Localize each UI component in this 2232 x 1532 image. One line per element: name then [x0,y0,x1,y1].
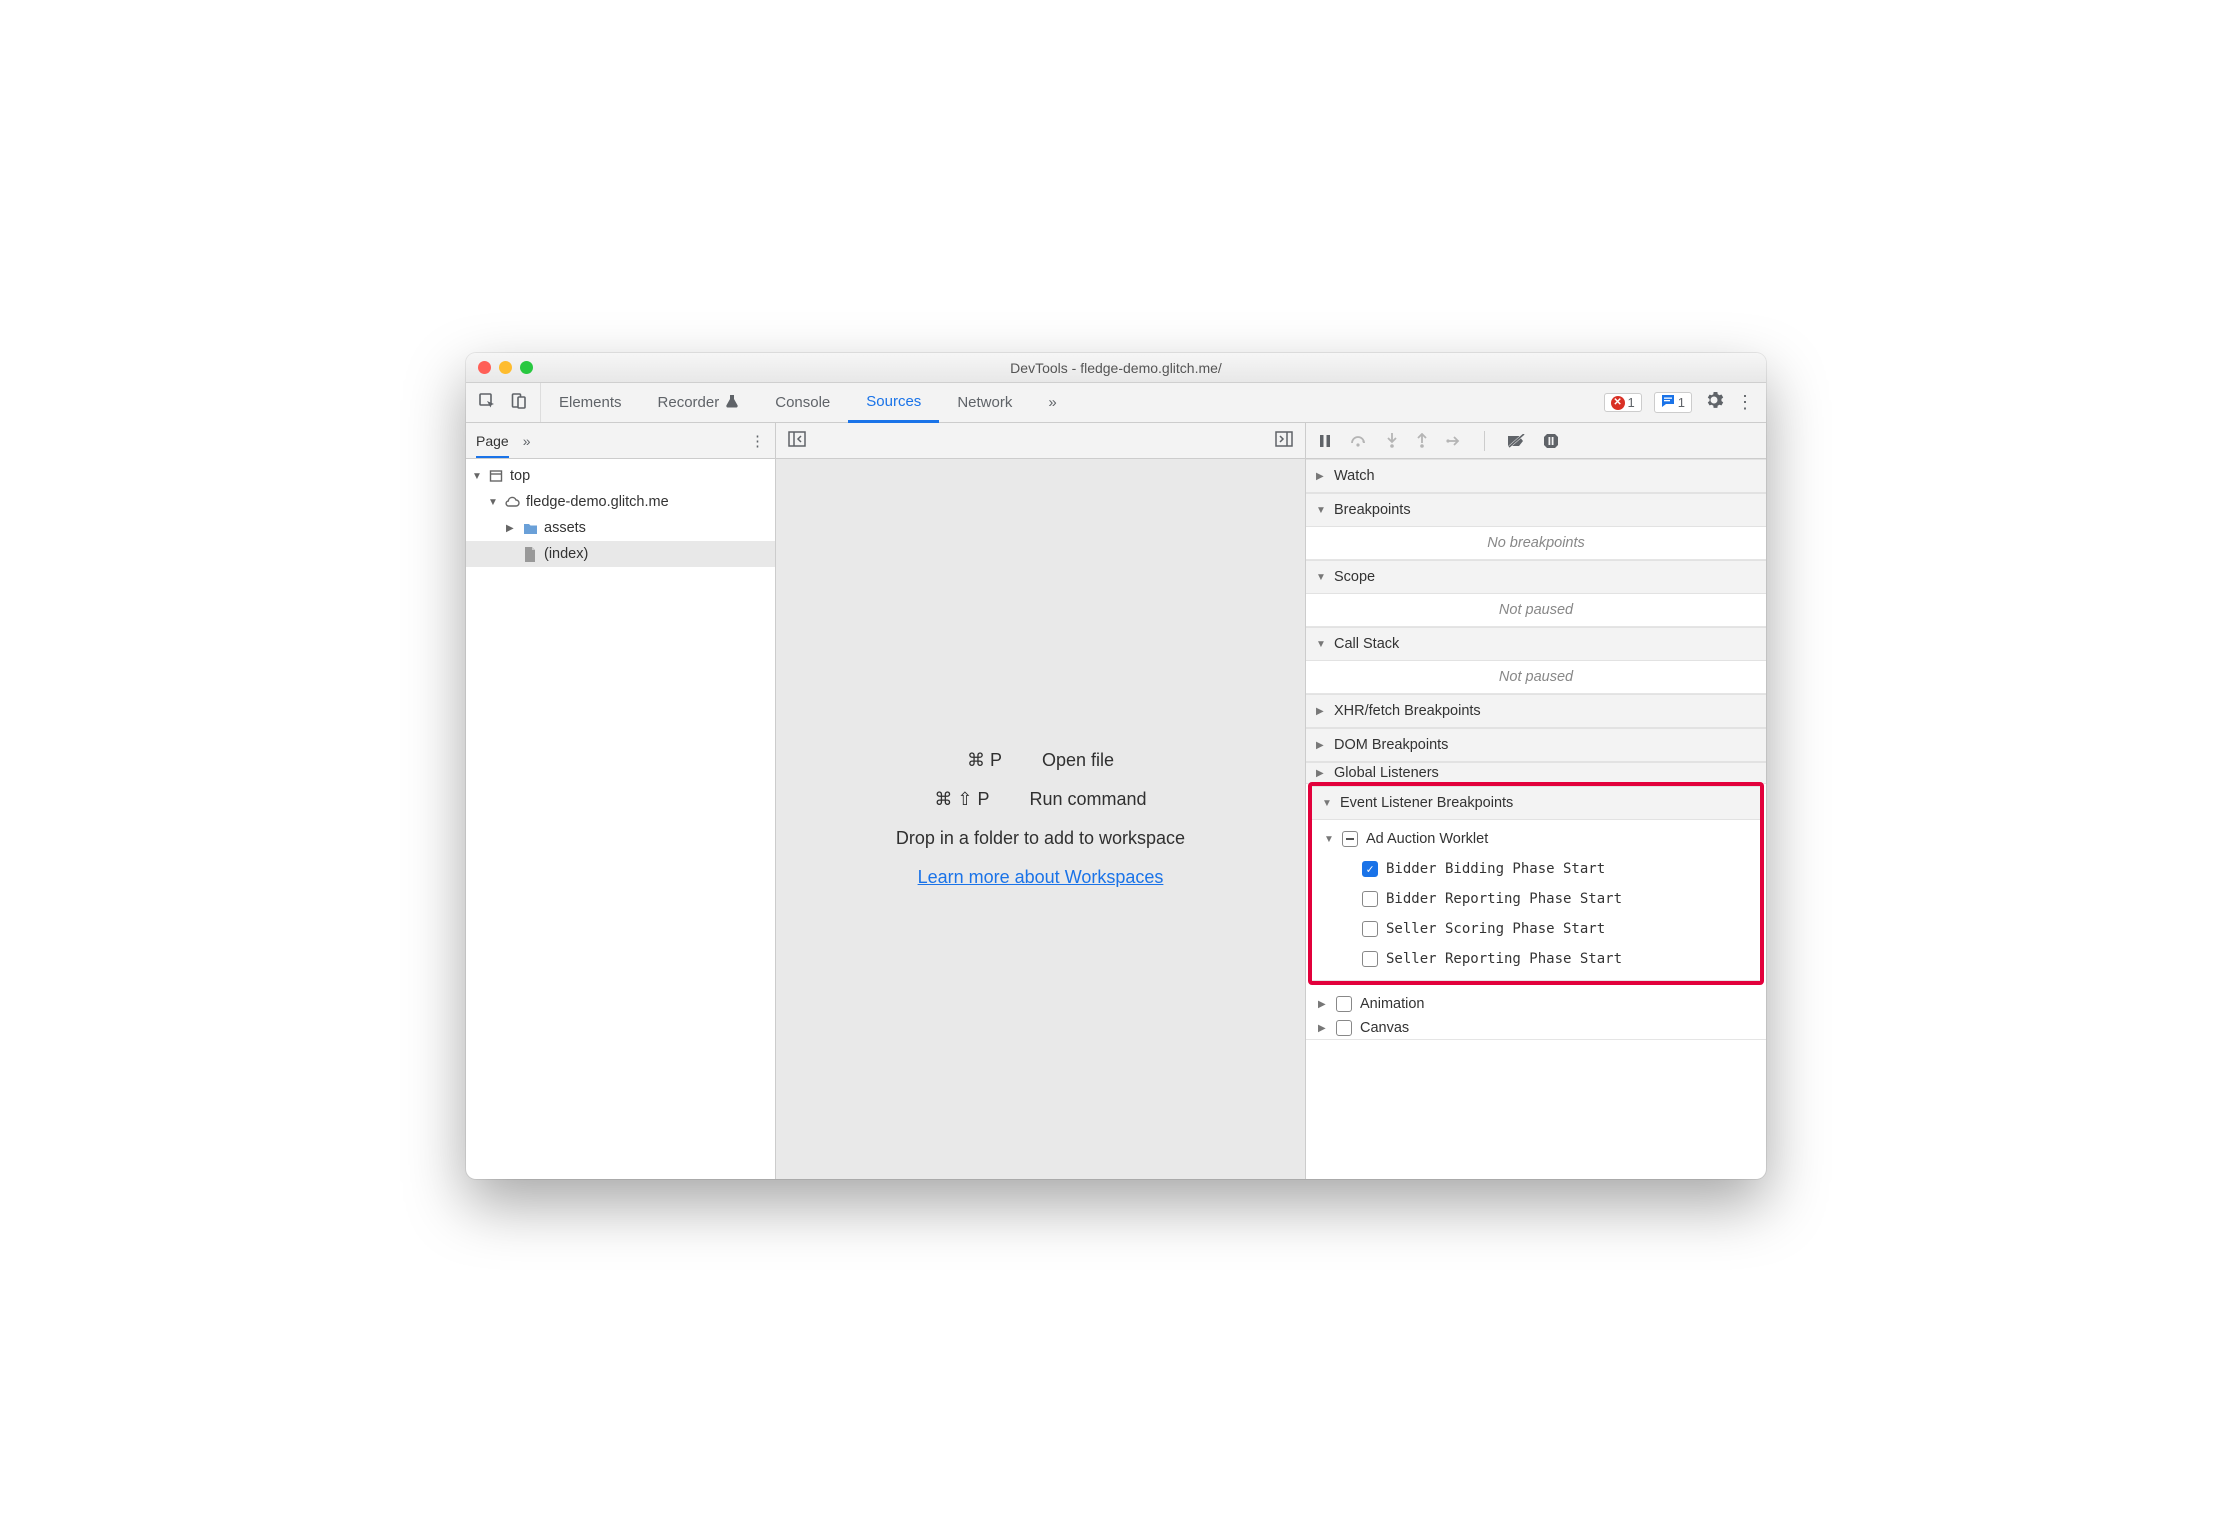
debugger-panel: ▶Watch ▼Breakpoints No breakpoints ▼Scop… [1306,423,1766,1179]
checkbox[interactable] [1362,861,1378,877]
tree-folder-assets[interactable]: ▶ assets [466,515,775,541]
step-over-icon[interactable] [1350,434,1368,448]
show-navigator-icon[interactable] [788,431,806,451]
section-callstack[interactable]: ▼Call Stack [1306,627,1766,661]
callstack-empty: Not paused [1306,661,1766,694]
tab-console[interactable]: Console [757,383,848,422]
navigator-panel: Page » ⋮ ▼ top ▼ fledge-demo.glitch.me ▶ [466,423,776,1179]
workspace-drop-hint: Drop in a folder to add to workspace [896,828,1185,849]
checkbox[interactable] [1336,1020,1352,1036]
deactivate-breakpoints-icon[interactable] [1507,434,1525,448]
pause-icon[interactable] [1318,434,1332,448]
tab-recorder[interactable]: Recorder [640,383,758,422]
step-icon[interactable] [1446,435,1462,447]
settings-icon[interactable] [1704,390,1724,416]
event-listener-highlight: ▼Event Listener Breakpoints ▼ Ad Auction… [1308,782,1764,985]
checkbox-indeterminate[interactable] [1342,831,1358,847]
window-title: DevTools - fledge-demo.glitch.me/ [466,360,1766,376]
section-breakpoints[interactable]: ▼Breakpoints [1306,493,1766,527]
open-file-shortcut: ⌘ P [967,750,1002,771]
step-into-icon[interactable] [1386,433,1398,449]
flask-icon [725,394,739,412]
titlebar: DevTools - fledge-demo.glitch.me/ [466,353,1766,383]
event-seller-scoring[interactable]: Seller Scoring Phase Start [1312,914,1760,944]
pause-exceptions-icon[interactable] [1543,433,1559,449]
section-global-listeners[interactable]: ▶Global Listeners [1306,762,1766,784]
run-command-label: Run command [1030,789,1147,810]
file-icon [522,546,538,562]
checkbox[interactable] [1362,891,1378,907]
section-event-listener-breakpoints[interactable]: ▼Event Listener Breakpoints [1312,786,1760,820]
checkbox[interactable] [1336,996,1352,1012]
tab-sources[interactable]: Sources [848,383,939,423]
event-bidder-bidding[interactable]: Bidder Bidding Phase Start [1312,854,1760,884]
file-tree: ▼ top ▼ fledge-demo.glitch.me ▶ assets (… [466,459,775,1179]
tree-origin[interactable]: ▼ fledge-demo.glitch.me [466,489,775,515]
tab-network[interactable]: Network [939,383,1030,422]
section-watch[interactable]: ▶Watch [1306,459,1766,493]
breakpoints-empty: No breakpoints [1306,527,1766,560]
scope-empty: Not paused [1306,594,1766,627]
kebab-menu-icon[interactable]: ⋮ [1736,392,1754,413]
section-xhr[interactable]: ▶XHR/fetch Breakpoints [1306,694,1766,728]
error-icon: ✕ [1611,396,1625,410]
learn-workspaces-link[interactable]: Learn more about Workspaces [918,867,1164,888]
inspect-icon[interactable] [478,392,496,414]
main-tab-strip: Elements Recorder Console Sources Networ… [466,383,1766,423]
folder-icon [522,520,538,536]
checkbox[interactable] [1362,951,1378,967]
event-bidder-reporting[interactable]: Bidder Reporting Phase Start [1312,884,1760,914]
open-file-label: Open file [1042,750,1114,771]
tree-file-index[interactable]: (index) [466,541,775,567]
event-group-ad-auction[interactable]: ▼ Ad Auction Worklet [1312,824,1760,854]
message-badge[interactable]: 1 [1654,392,1692,413]
subtab-page[interactable]: Page [476,433,509,458]
subtab-overflow[interactable]: » [523,433,531,449]
tab-elements[interactable]: Elements [541,383,640,422]
section-dom[interactable]: ▶DOM Breakpoints [1306,728,1766,762]
message-icon [1661,394,1675,411]
run-command-shortcut: ⌘ ⇧ P [934,789,989,810]
checkbox[interactable] [1362,921,1378,937]
devtools-window: DevTools - fledge-demo.glitch.me/ Elemen… [466,353,1766,1179]
error-badge[interactable]: ✕ 1 [1604,393,1642,412]
device-toggle-icon[interactable] [510,392,528,414]
editor-panel: ⌘ P Open file ⌘ ⇧ P Run command Drop in … [776,423,1306,1179]
frame-icon [488,468,504,484]
event-group-animation[interactable]: ▶ Animation [1306,989,1766,1019]
step-out-icon[interactable] [1416,433,1428,449]
event-group-canvas[interactable]: ▶ Canvas [1306,1019,1766,1037]
cloud-icon [504,494,520,510]
event-seller-reporting[interactable]: Seller Reporting Phase Start [1312,944,1760,974]
kebab-menu-icon[interactable]: ⋮ [750,432,765,450]
debugger-toolbar [1306,423,1766,459]
tree-top[interactable]: ▼ top [466,463,775,489]
section-scope[interactable]: ▼Scope [1306,560,1766,594]
tab-overflow[interactable]: » [1030,383,1074,422]
show-debugger-icon[interactable] [1275,431,1293,451]
